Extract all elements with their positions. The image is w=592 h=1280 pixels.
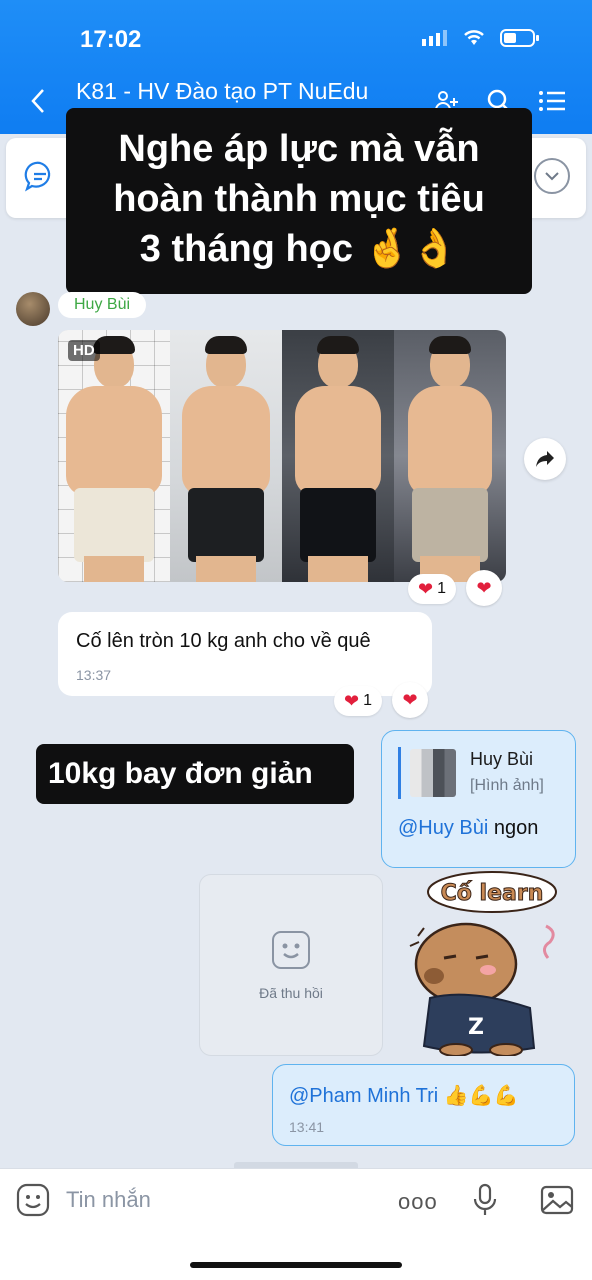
microphone-icon[interactable]	[472, 1183, 498, 1222]
reaction-count-value: 1	[363, 692, 372, 709]
mention-link[interactable]: @Pham Minh Tri	[289, 1085, 438, 1107]
message-time: 13:41	[289, 1119, 325, 1135]
message-bubble[interactable]: Cố lên tròn 10 kg anh cho về quê 13:37	[58, 612, 432, 696]
reaction-count-value: 1	[437, 580, 446, 597]
svg-text:Z: Z	[468, 1015, 484, 1040]
forward-button[interactable]	[524, 438, 566, 480]
reply-message-bubble[interactable]: Huy Bùi [Hình ảnh] @Huy Bùi ngon	[381, 730, 576, 868]
back-button[interactable]	[30, 88, 46, 122]
signal-icon	[422, 30, 447, 46]
mention-link[interactable]: @Huy Bùi	[398, 817, 488, 839]
message-bubble-out[interactable]: @Pham Minh Tri 👍💪💪 13:41	[272, 1064, 575, 1146]
sticker-lettering: Cố learn	[427, 871, 557, 913]
sender-name[interactable]: Huy Bùi	[58, 292, 147, 318]
message-time: 13:37	[76, 667, 112, 683]
message-input[interactable]: Tin nhắn	[66, 1187, 151, 1213]
svg-text:Cố learn: Cố learn	[441, 881, 544, 906]
image-icon[interactable]	[540, 1185, 574, 1220]
react-button[interactable]: ❤	[392, 682, 428, 718]
quote-bar	[398, 747, 401, 799]
reply-text: @Huy Bùi ngon	[398, 817, 538, 840]
photo-message[interactable]	[58, 330, 506, 582]
recalled-label: Đã thu hồi	[259, 985, 323, 1001]
heart-icon: ❤	[402, 689, 418, 710]
quoted-type: [Hình ảnh]	[470, 777, 544, 794]
home-indicator[interactable]	[190, 1262, 402, 1268]
caption-line-2: hoàn thành mục tiêu	[113, 178, 485, 220]
more-options-icon[interactable]: ooo	[398, 1189, 438, 1215]
recalled-face-icon	[272, 931, 310, 969]
caption-line-3: 3 tháng học 🤞👌	[139, 228, 459, 270]
photo-panel-1	[58, 330, 170, 582]
quoted-image-thumbnail	[410, 749, 456, 797]
chevron-down-icon	[545, 172, 559, 181]
reply-body: ngon	[488, 817, 539, 839]
heart-icon: ❤	[344, 690, 360, 711]
battery-icon	[500, 29, 539, 47]
photo-panel-2	[170, 330, 282, 582]
status-icons	[422, 28, 540, 48]
expand-pinned-button[interactable]	[534, 158, 570, 194]
overlay-caption-top: Nghe áp lực mà vẫn hoàn thành mục tiêu 3…	[66, 108, 532, 294]
photo-panel-4	[394, 330, 506, 582]
heart-icon: ❤	[476, 577, 492, 598]
caption-line-1: Nghe áp lực mà vẫn	[118, 128, 480, 170]
recalled-message: Đã thu hồi	[199, 874, 383, 1056]
react-button[interactable]: ❤	[466, 570, 502, 606]
message-text: @Pham Minh Tri 👍💪💪	[289, 1083, 519, 1108]
message-emoji: 👍💪💪	[438, 1085, 519, 1107]
chat-title[interactable]: K81 - HV Đào tạo PT NuEdu	[76, 78, 368, 105]
capybara-sticker[interactable]: Cố learn Z	[396, 866, 572, 1057]
reaction-count[interactable]: ❤ 1	[334, 686, 382, 716]
heart-icon: ❤	[418, 578, 434, 599]
status-time: 17:02	[80, 26, 142, 53]
sticker-icon[interactable]	[16, 1183, 50, 1222]
menu-icon[interactable]	[538, 88, 566, 114]
reaction-count[interactable]: ❤ 1	[408, 574, 456, 604]
hd-badge: HD	[68, 340, 100, 361]
photo-panel-3	[282, 330, 394, 582]
overlay-caption-mid: 10kg bay đơn giản	[36, 744, 354, 804]
wifi-icon	[464, 30, 484, 45]
chevron-left-icon	[31, 89, 44, 113]
quoted-sender: Huy Bùi	[470, 749, 534, 769]
sender-avatar[interactable]	[16, 292, 50, 326]
message-text: Cố lên tròn 10 kg anh cho về quê	[76, 630, 371, 652]
share-arrow-icon	[536, 451, 554, 467]
chat-bubble-icon	[24, 160, 56, 197]
